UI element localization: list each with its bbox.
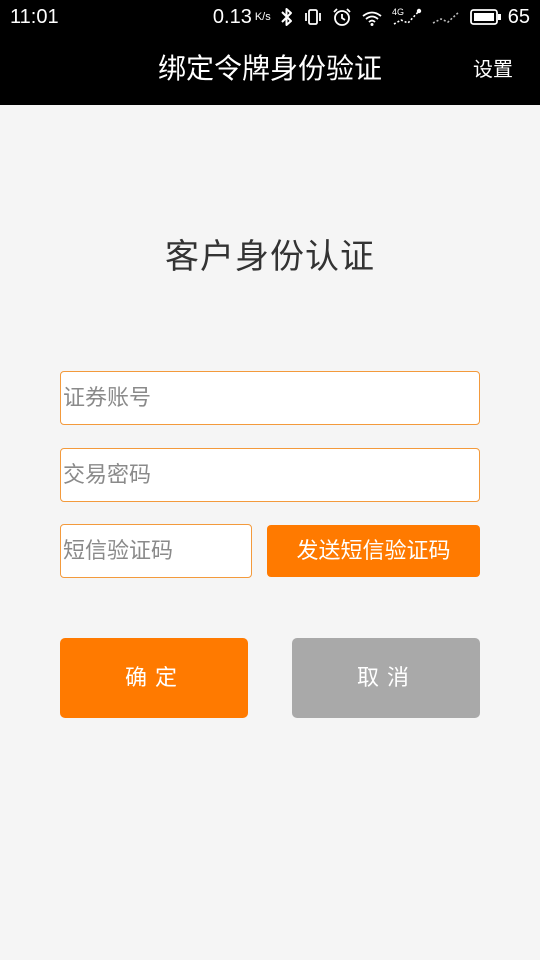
signal-type-label: 4G (392, 7, 404, 17)
app-bar: 绑定令牌身份验证 设置 (0, 33, 540, 105)
battery-indicator: 65 (469, 5, 530, 29)
status-time: 11:01 (10, 6, 59, 28)
page-title: 绑定令牌身份验证 (157, 52, 382, 85)
wifi-icon (361, 7, 383, 27)
cancel-button[interactable]: 取消 (292, 638, 480, 718)
settings-button[interactable]: 设置 (473, 33, 513, 105)
sms-code-input[interactable] (60, 524, 252, 578)
vibrate-icon (303, 7, 323, 27)
alarm-icon (332, 7, 352, 27)
password-input[interactable] (60, 448, 480, 502)
battery-level: 65 (507, 5, 530, 28)
confirm-button[interactable]: 确定 (60, 638, 248, 718)
network-speed: 0.13 K/s (213, 6, 271, 29)
battery-icon (469, 8, 502, 26)
status-bar: 11:01 0.13 K/s 4G 65 (0, 0, 540, 33)
status-icons: 0.13 K/s 4G 65 (213, 4, 530, 30)
account-input[interactable] (60, 371, 480, 425)
network-speed-unit: K/s (254, 10, 271, 23)
network-speed-value: 0.13 (212, 5, 252, 28)
mobile-signal-icon: 4G (392, 6, 422, 28)
bluetooth-icon (280, 7, 294, 27)
send-sms-button[interactable]: 发送短信验证码 (267, 525, 480, 577)
form-heading: 客户身份认证 (165, 237, 375, 277)
no-signal-icon (431, 7, 461, 27)
